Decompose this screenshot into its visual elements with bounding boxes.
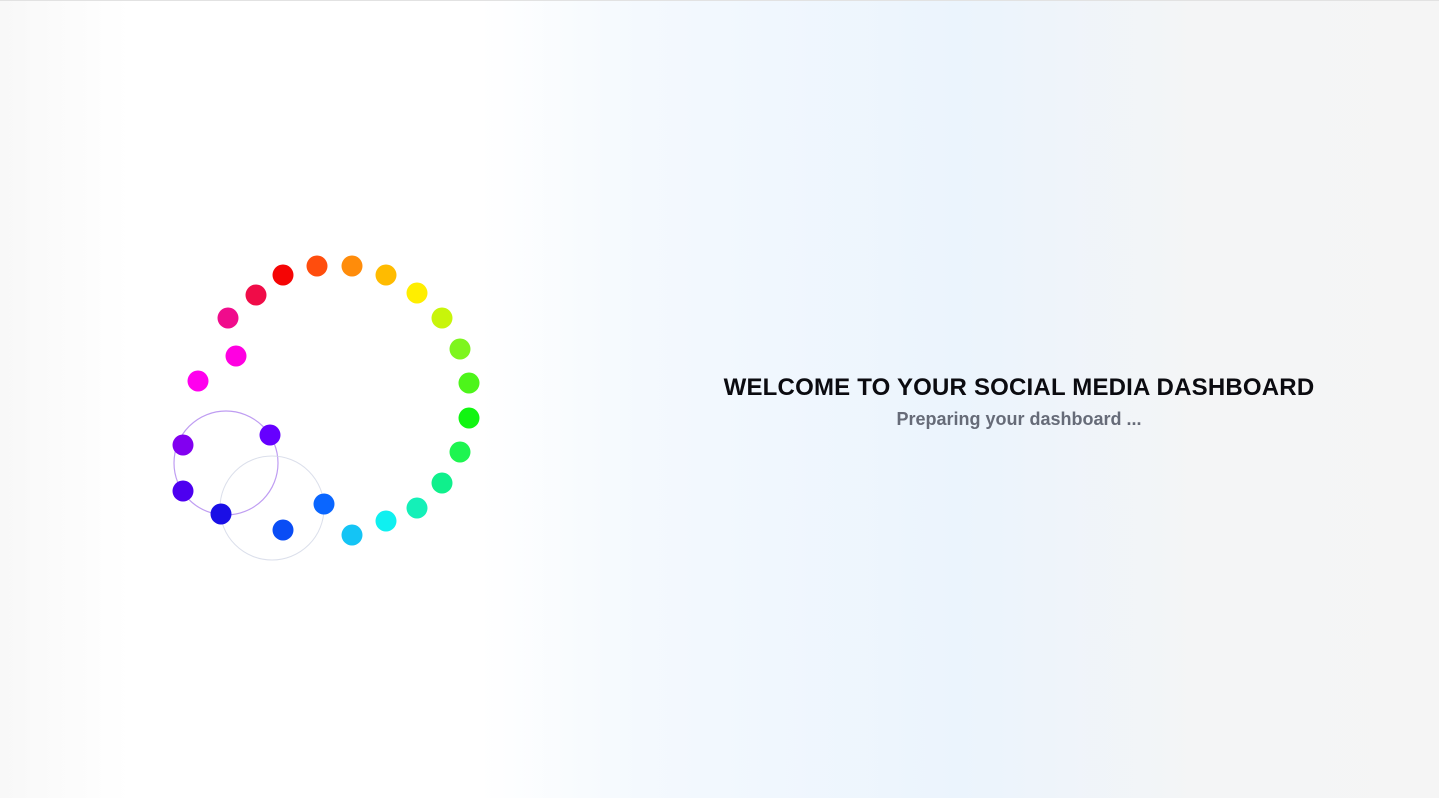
spinner-dots [172, 255, 480, 546]
spinner-dot [172, 480, 194, 502]
spinner-dot [187, 370, 209, 392]
spinner-dot [225, 345, 247, 367]
spinner-dot [313, 493, 335, 515]
orbit-ring [173, 410, 279, 516]
spinner-dot [245, 284, 267, 306]
spinner-dot [341, 255, 363, 277]
spinner-dot [406, 282, 428, 304]
spinner-dot [449, 441, 471, 463]
loading-spinner [150, 240, 510, 580]
spinner-dot [449, 338, 471, 360]
spinner-dot [431, 472, 453, 494]
spinner-dot [210, 503, 232, 525]
orbit-ring [219, 455, 325, 561]
spinner-dot [458, 407, 480, 429]
spinner-dot [341, 524, 363, 546]
page-title: WELCOME TO YOUR SOCIAL MEDIA DASHBOARD [723, 374, 1315, 401]
loading-status: Preparing your dashboard ... [896, 409, 1142, 429]
top-border [0, 0, 1439, 1]
spinner-dot [259, 424, 281, 446]
spinner-dot [172, 434, 194, 456]
spinner-dot [272, 519, 294, 541]
spinner-dot [375, 510, 397, 532]
spinner-dot [272, 264, 294, 286]
spinner-dot [375, 264, 397, 286]
spinner-dot [217, 307, 239, 329]
spinner-dot [406, 497, 428, 519]
loading-spinner-graphic [172, 255, 480, 561]
spinner-dot [458, 372, 480, 394]
spinner-dot [431, 307, 453, 329]
spinner-dot [306, 255, 328, 277]
welcome-message: WELCOME TO YOUR SOCIAL MEDIA DASHBOARD P… [700, 372, 1338, 431]
